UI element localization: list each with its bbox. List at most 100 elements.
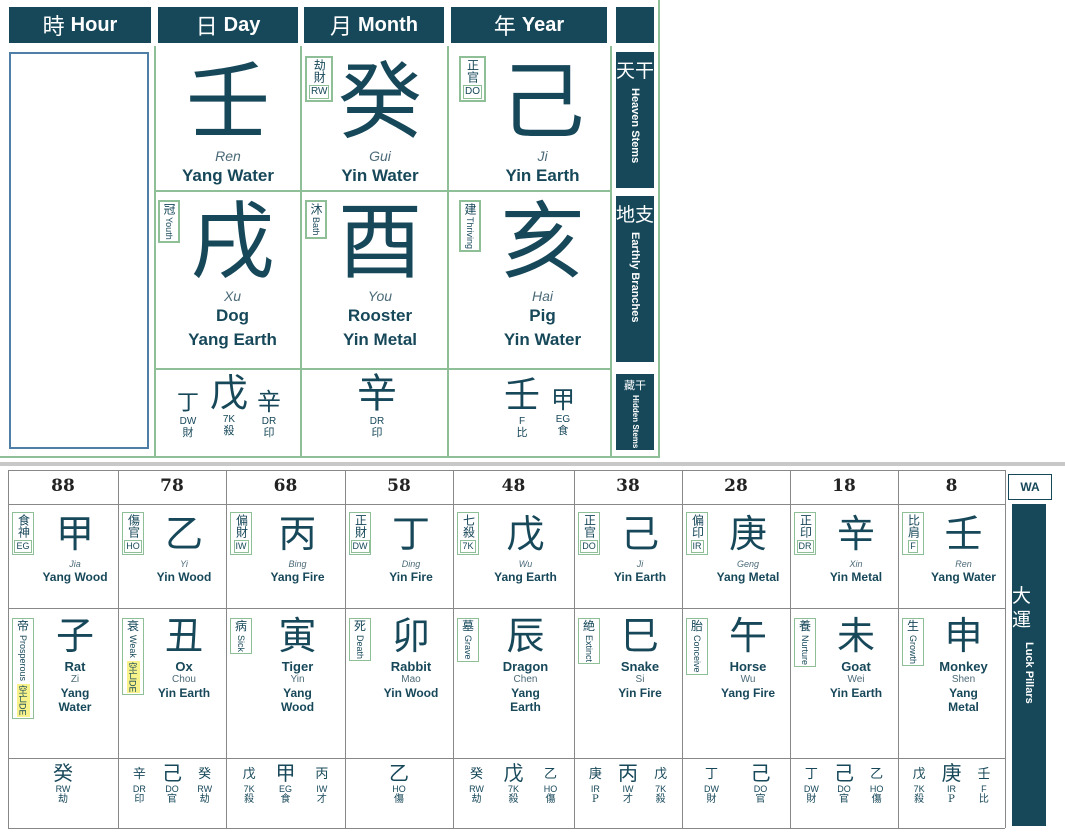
luck-pillars-side-label: 大運 Luck Pillars <box>1012 504 1046 826</box>
luck-age[interactable]: 28 <box>682 472 790 500</box>
hidden-char: 庚 <box>941 761 962 785</box>
tag-label: Extinct <box>584 635 594 663</box>
luck-branch-element: Yin Earth <box>157 686 211 700</box>
luck-age[interactable]: 38 <box>574 472 682 500</box>
stem-day-element: Yang Water <box>182 166 274 185</box>
luck-stem[interactable]: 庚 Geng Yang Metal <box>708 510 788 584</box>
side-stems-label: Heaven Stems <box>629 88 641 164</box>
hour-pillar-empty[interactable] <box>9 52 149 449</box>
hidden-year-1: 壬 F 比 <box>500 376 544 439</box>
luck-stem[interactable]: 戊 Wu Yang Earth <box>479 510 572 584</box>
tag-cj: 死 <box>353 619 366 633</box>
stem-day[interactable]: 壬 Ren Yang Water <box>158 56 298 188</box>
luck-branch[interactable]: 午 Horse Wu Yang Fire <box>708 612 788 700</box>
luck-stem-char: 辛 <box>836 512 875 556</box>
branch-year[interactable]: 亥 Hai Pig Yin Water <box>475 196 610 352</box>
hidden-cj: 傷 <box>545 794 556 805</box>
tag-cj: 食神 <box>16 514 31 538</box>
hidden-char: 癸 <box>53 761 73 785</box>
hidden-abbr: 7K <box>507 784 519 794</box>
grid-line <box>8 608 1005 609</box>
luck-branch-element-2: Metal <box>948 700 979 714</box>
wa-label[interactable]: WA <box>1008 474 1052 500</box>
luck-hidden-stem: 壬F比 <box>968 762 1000 805</box>
grid-line <box>8 470 9 828</box>
hidden-char: 丙 <box>617 761 638 785</box>
header-month[interactable]: 月 Month <box>304 7 444 43</box>
hidden-cj: 比 <box>516 426 528 439</box>
hidden-char: 甲 <box>275 761 296 785</box>
hidden-char: 癸 <box>198 767 212 782</box>
luck-branch-animal: Tiger <box>281 659 314 674</box>
header-day[interactable]: 日 Day <box>158 7 298 43</box>
luck-stem[interactable]: 己 Ji Yin Earth <box>600 510 680 584</box>
luck-branch[interactable]: 卯 Rabbit Mao Yin Wood <box>371 612 451 700</box>
hidden-char: 丁 <box>804 767 818 782</box>
side-hidden-label: Hidden Stems <box>631 395 640 449</box>
luck-branch[interactable]: 丑 Ox Chou Yin Earth <box>144 612 224 700</box>
grid-line <box>610 46 612 458</box>
luck-branch-tag: 帝 Prosperous 空亡DE <box>12 618 34 719</box>
stem-month-element: Yin Water <box>341 166 419 185</box>
luck-hidden-stem: 甲 EG 食 <box>267 762 303 805</box>
branch-day[interactable]: 戌 Xu Dog Yang Earth <box>165 196 300 352</box>
luck-branch[interactable]: 未 Goat Wei Yin Earth <box>816 612 896 700</box>
luck-branch-tag: 養 Nurture <box>794 618 816 668</box>
luck-branch-pinyin: Si <box>635 674 645 685</box>
hidden-cj: 殺 <box>244 794 255 805</box>
hidden-abbr: IR <box>946 784 956 794</box>
hidden-char: 戊 <box>242 767 256 782</box>
luck-age[interactable]: 8 <box>898 472 1005 500</box>
hidden-cj: P <box>591 794 599 805</box>
hidden-abbr: IW <box>622 784 634 794</box>
luck-hidden-stem: 癸 RW 劫 <box>458 762 495 805</box>
hidden-cj: 食 <box>280 794 291 805</box>
luck-branch[interactable]: 巳 Snake Si Yin Fire <box>600 612 680 700</box>
luck-age[interactable]: 18 <box>790 472 898 500</box>
luck-age[interactable]: 58 <box>345 472 453 500</box>
luck-stem-element: Yang Fire <box>270 570 325 584</box>
header-year[interactable]: 年 Year <box>451 7 607 43</box>
luck-branch[interactable]: 申 Monkey Shen Yang Metal <box>924 612 1003 714</box>
tag-abbr: 7K <box>460 540 476 553</box>
luck-branch-pinyin: Shen <box>951 674 976 685</box>
stem-month[interactable]: 癸 Gui Yin Water <box>315 56 445 188</box>
header-hour[interactable]: 時 Hour <box>9 7 151 43</box>
luck-stem-element: Yin Wood <box>156 570 212 584</box>
grid-line <box>8 504 1005 505</box>
hidden-cj: 財 <box>706 794 717 805</box>
luck-age[interactable]: 88 <box>8 472 118 500</box>
luck-branch[interactable]: 辰 Dragon Chen Yang Earth <box>479 612 572 714</box>
luck-stem[interactable]: 甲 Jia Yang Wood <box>34 510 116 584</box>
luck-branch[interactable]: 寅 Tiger Yin Yang Wood <box>252 612 343 714</box>
luck-age[interactable]: 68 <box>226 472 345 500</box>
grid-line <box>898 470 899 828</box>
luck-stem-pinyin: Yi <box>180 559 188 569</box>
hidden-char: 丙 <box>315 767 329 782</box>
luck-age[interactable]: 48 <box>453 472 574 500</box>
tag-cj: 正財 <box>353 514 368 538</box>
branch-month[interactable]: 酉 You Rooster Yin Metal <box>315 196 445 352</box>
void-badge: 空亡DE <box>16 684 30 717</box>
luck-stem[interactable]: 壬 Ren Yang Water <box>924 510 1003 584</box>
luck-stem[interactable]: 乙 Yi Yin Wood <box>144 510 224 584</box>
luck-stem-tag: 正印 DR <box>794 512 816 555</box>
stem-day-char: 壬 <box>185 53 270 151</box>
luck-stem[interactable]: 丙 Bing Yang Fire <box>252 510 343 584</box>
hidden-abbr: DR <box>132 784 146 794</box>
luck-age[interactable]: 78 <box>118 472 226 500</box>
luck-hidden-stem: 癸 RW 劫 <box>13 762 113 805</box>
hidden-abbr: 7K <box>913 784 925 794</box>
luck-branch[interactable]: 子 Rat Zi Yang Water <box>34 612 116 714</box>
luck-stem-pinyin: Ding <box>401 559 421 569</box>
luck-stem[interactable]: 辛 Xin Yin Metal <box>816 510 896 584</box>
luck-branch-pinyin: Wu <box>740 674 756 685</box>
luck-stem-pinyin: Bing <box>288 559 307 569</box>
luck-stem-element: Yang Metal <box>716 570 780 584</box>
grid-line <box>154 46 156 458</box>
luck-stem-char: 壬 <box>944 512 983 556</box>
stem-year[interactable]: 己 Ji Yin Earth <box>475 56 610 188</box>
luck-branch-char: 午 <box>728 614 767 658</box>
luck-stem[interactable]: 丁 Ding Yin Fire <box>371 510 451 584</box>
grid-line <box>154 190 612 192</box>
